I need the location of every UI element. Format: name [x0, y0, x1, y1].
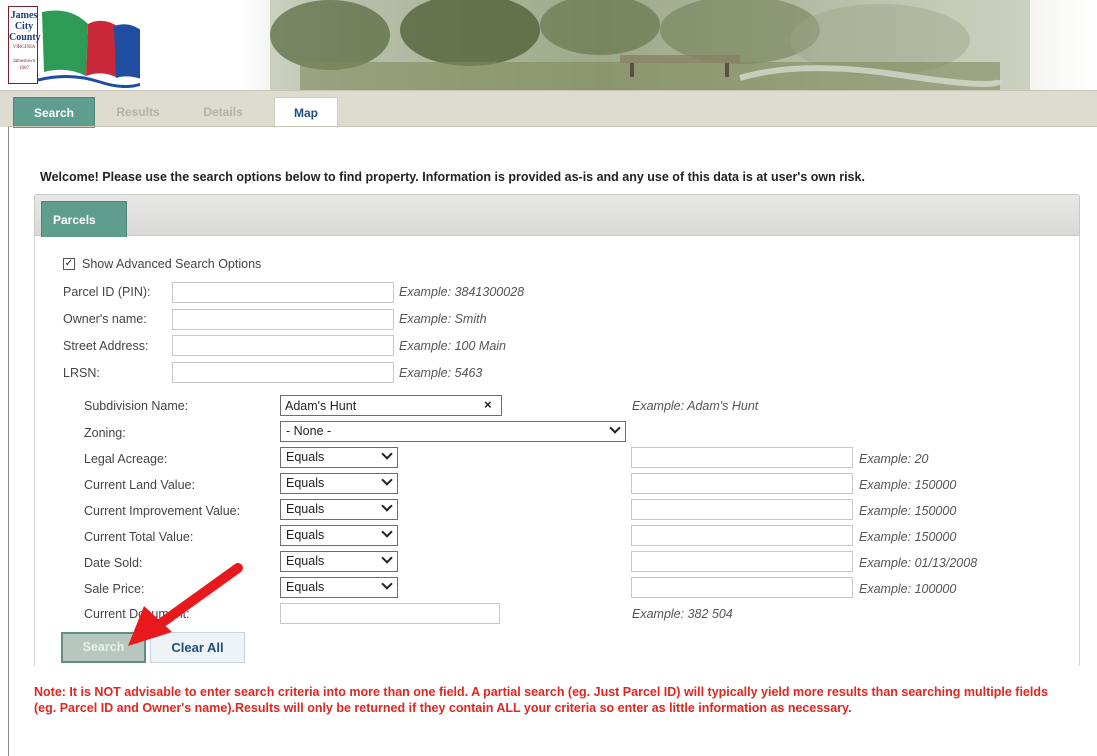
- current-total-value-input[interactable]: [631, 525, 853, 546]
- red-arrow-annotation-icon: [128, 563, 243, 646]
- landscape-photo: [270, 0, 1030, 90]
- advanced-options-label[interactable]: Show Advanced Search Options: [82, 257, 261, 271]
- current-improvement-value-example: Example: 150000: [859, 504, 957, 518]
- operator-value: Equals: [286, 580, 325, 594]
- lrsn-label: LRSN:: [63, 366, 100, 380]
- lrsn-example: Example: 5463: [399, 366, 483, 380]
- county-logo[interactable]: James City County VIRGINIA Jamestown 160…: [0, 0, 140, 88]
- sale-price-operator-select[interactable]: Equals: [280, 577, 398, 598]
- sale-price-example: Example: 100000: [859, 582, 957, 596]
- chevron-down-icon: [381, 448, 393, 460]
- parcel-id-input[interactable]: [172, 282, 394, 303]
- sails-logo-icon: [37, 10, 140, 88]
- chevron-down-icon: [381, 474, 393, 486]
- operator-value: Equals: [286, 554, 325, 568]
- zoning-selected-value: - None -: [286, 424, 332, 438]
- zoning-select[interactable]: - None -: [280, 421, 626, 442]
- legal-acreage-operator-select[interactable]: Equals: [280, 447, 398, 468]
- operator-value: Equals: [286, 528, 325, 542]
- street-address-example: Example: 100 Main: [399, 339, 507, 353]
- chevron-down-icon: [609, 422, 621, 434]
- current-improvement-value-label: Current Improvement Value:: [84, 504, 241, 518]
- current-improvement-value-input[interactable]: [631, 499, 853, 520]
- current-total-value-operator-select[interactable]: Equals: [280, 525, 398, 546]
- chevron-down-icon: [381, 552, 393, 564]
- advanced-options-checkbox[interactable]: ✓: [63, 258, 75, 270]
- current-total-value-label: Current Total Value:: [84, 530, 194, 544]
- zoning-label: Zoning:: [84, 426, 126, 440]
- chevron-down-icon: [381, 526, 393, 538]
- main-tab-bar: Search Results Details Map: [0, 90, 1097, 128]
- chevron-down-icon: [381, 578, 393, 590]
- street-address-input[interactable]: [172, 335, 394, 356]
- tab-details[interactable]: Details: [180, 97, 266, 128]
- current-document-example: Example: 382 504: [632, 607, 733, 621]
- current-land-value-operator-select[interactable]: Equals: [280, 473, 398, 494]
- subdivision-input[interactable]: [280, 395, 502, 416]
- tab-search[interactable]: Search: [13, 97, 95, 128]
- operator-value: Equals: [286, 502, 325, 516]
- operator-value: Equals: [286, 476, 325, 490]
- search-type-tab-bar: Parcels: [34, 194, 1080, 237]
- legal-acreage-example: Example: 20: [859, 452, 929, 466]
- welcome-message: Welcome! Please use the search options b…: [40, 170, 865, 184]
- lrsn-input[interactable]: [172, 362, 394, 383]
- owner-name-label: Owner's name:: [63, 312, 147, 326]
- legal-acreage-label: Legal Acreage:: [84, 452, 168, 466]
- tab-map[interactable]: Map: [274, 97, 338, 128]
- tab-parcels[interactable]: Parcels: [41, 201, 127, 237]
- parcel-id-example: Example: 3841300028: [399, 285, 525, 299]
- header-banner: James City County VIRGINIA Jamestown 160…: [0, 0, 1097, 90]
- clear-input-icon[interactable]: ×: [484, 397, 492, 412]
- current-document-input[interactable]: [280, 603, 500, 624]
- parcel-id-label: Parcel ID (PIN):: [63, 285, 151, 299]
- sale-price-input[interactable]: [631, 577, 853, 598]
- tab-results[interactable]: Results: [103, 97, 173, 128]
- street-address-label: Street Address:: [63, 339, 149, 353]
- date-sold-input[interactable]: [631, 551, 853, 572]
- legal-acreage-input[interactable]: [631, 447, 853, 468]
- current-improvement-value-operator-select[interactable]: Equals: [280, 499, 398, 520]
- owner-name-example: Example: Smith: [399, 312, 487, 326]
- owner-name-input[interactable]: [172, 309, 394, 330]
- subdivision-example: Example: Adam's Hunt: [632, 399, 759, 413]
- chevron-down-icon: [381, 500, 393, 512]
- current-land-value-input[interactable]: [631, 473, 853, 494]
- search-advice-note: Note: It is NOT advisable to enter searc…: [34, 685, 1048, 715]
- operator-value: Equals: [286, 450, 325, 464]
- current-land-value-label: Current Land Value:: [84, 478, 195, 492]
- current-land-value-example: Example: 150000: [859, 478, 957, 492]
- subdivision-label: Subdivision Name:: [84, 399, 189, 413]
- current-total-value-example: Example: 150000: [859, 530, 957, 544]
- date-sold-operator-select[interactable]: Equals: [280, 551, 398, 572]
- date-sold-example: Example: 01/13/2008: [859, 556, 978, 570]
